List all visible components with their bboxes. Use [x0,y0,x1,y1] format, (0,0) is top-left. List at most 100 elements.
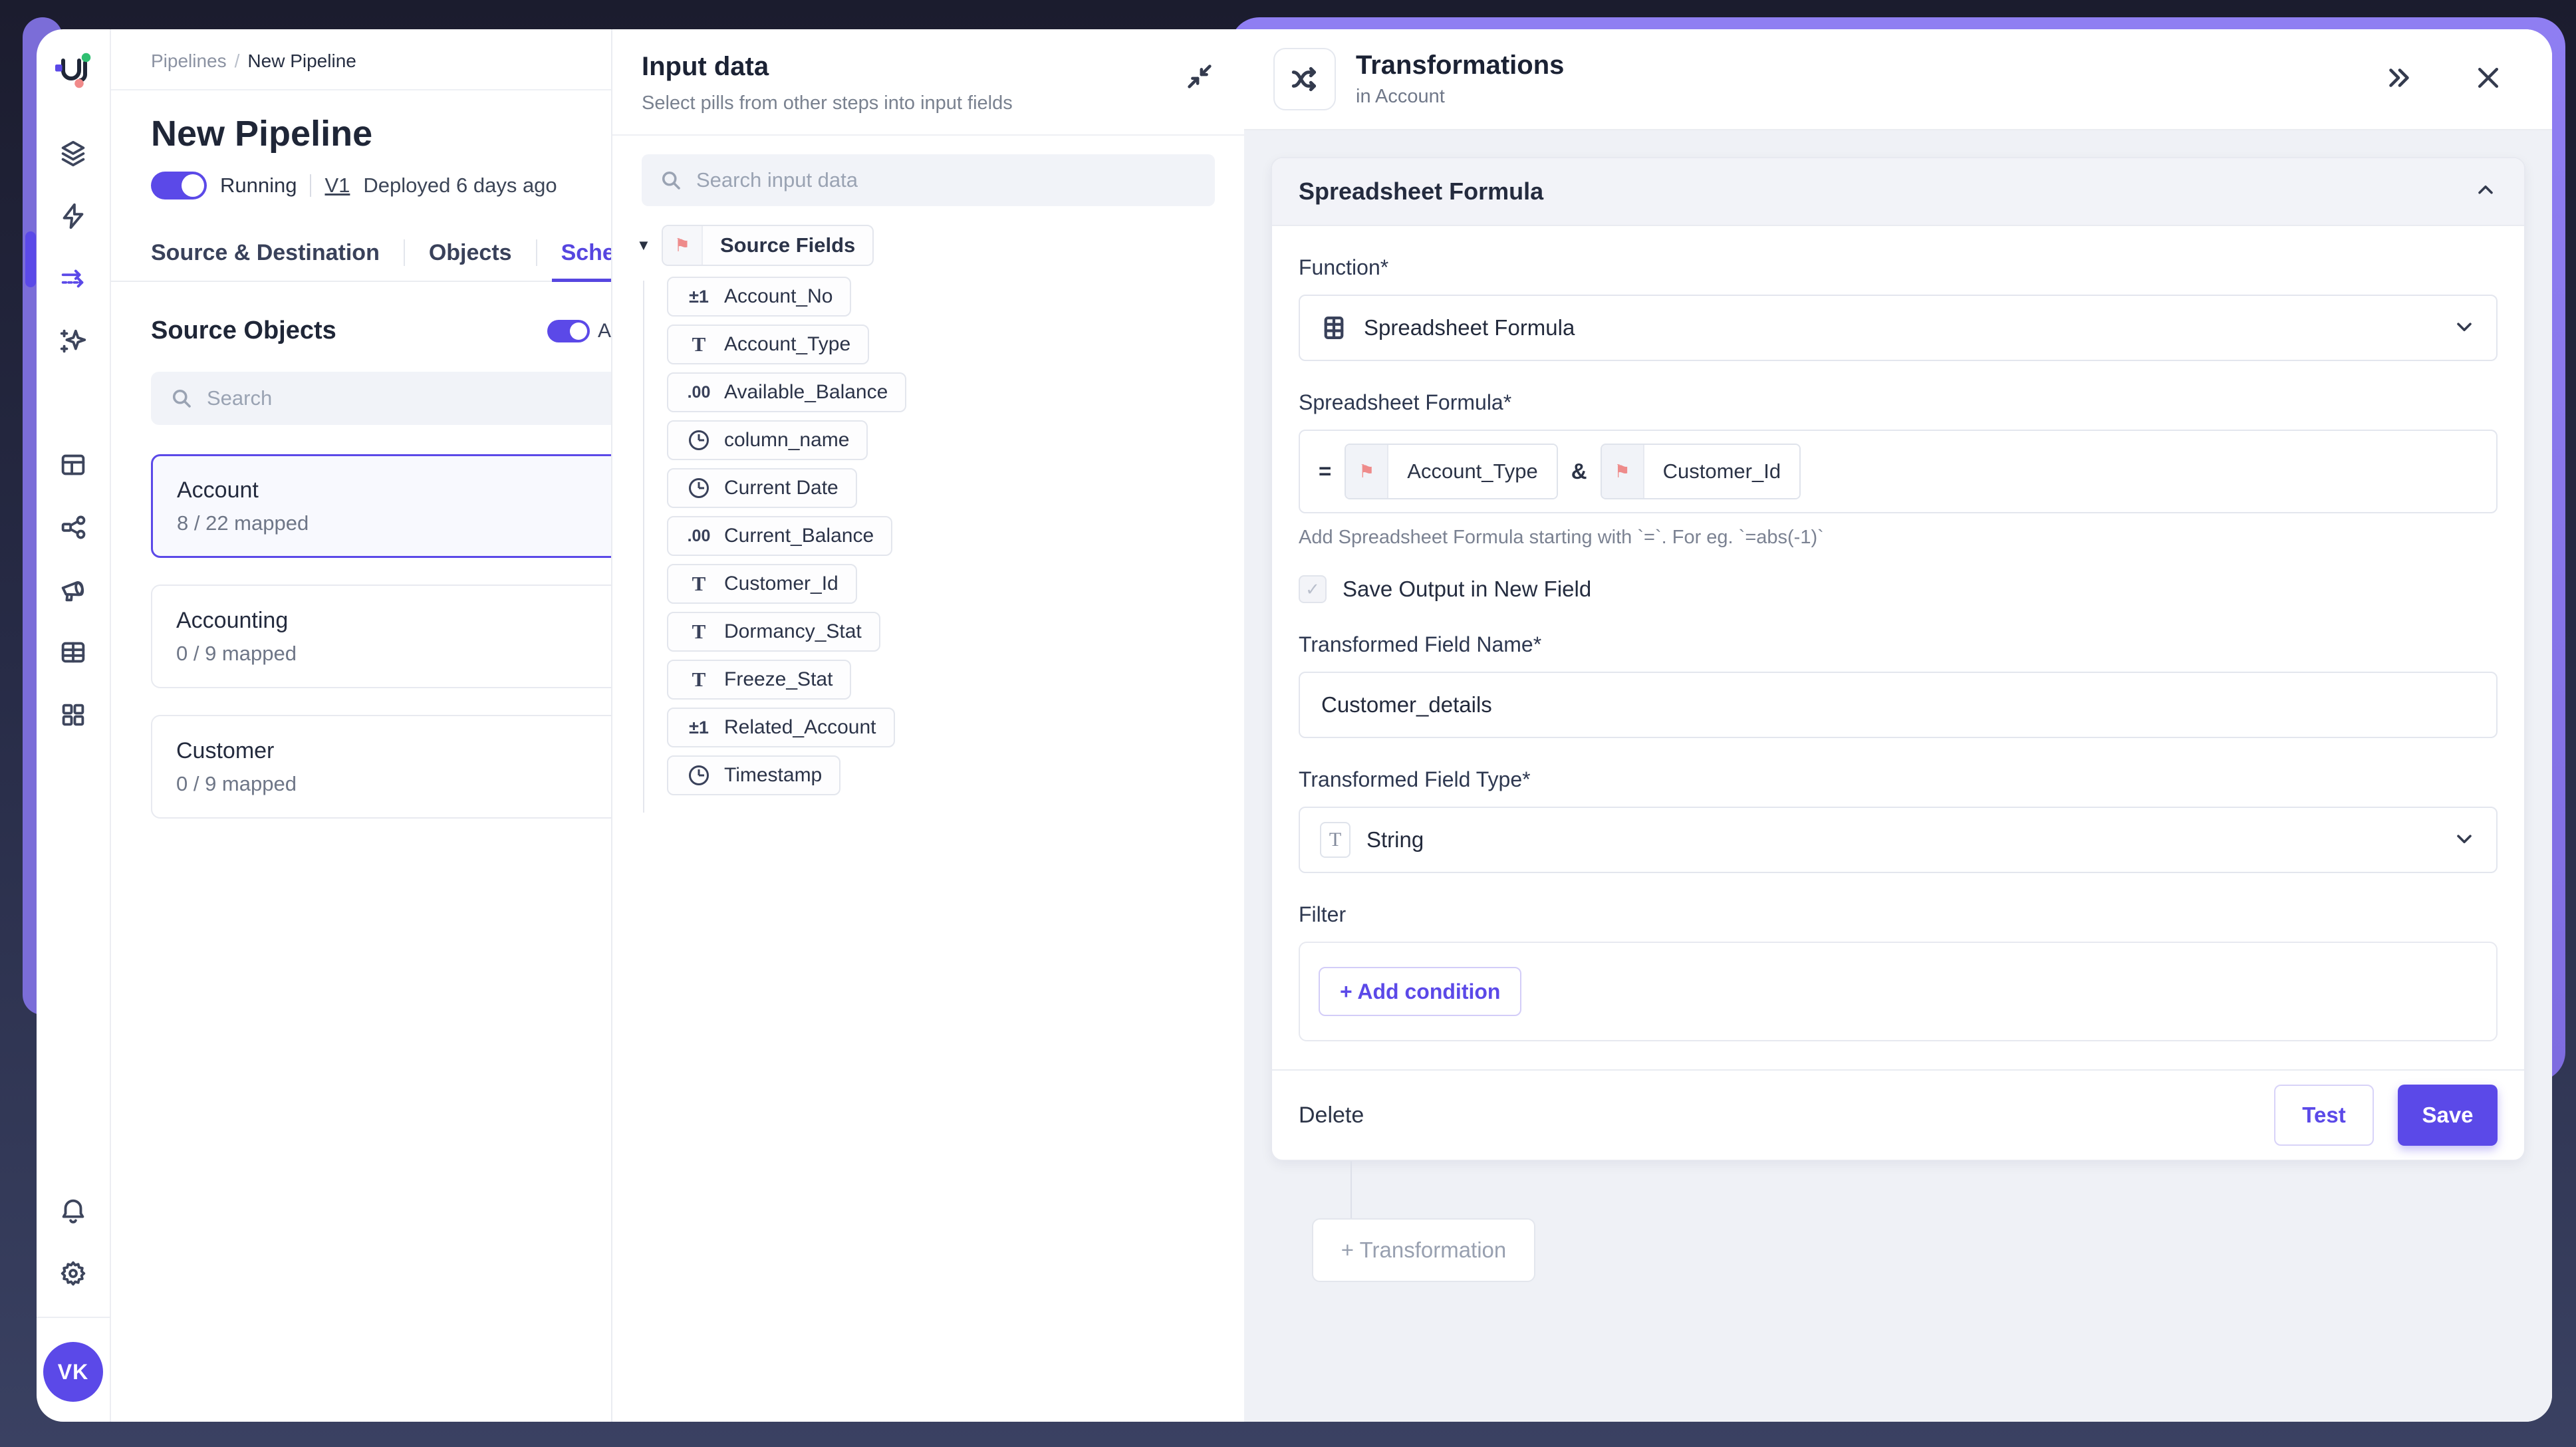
breadcrumb-current: New Pipeline [247,51,356,71]
drawer-title: Transformations [1356,51,1564,80]
formula-pill[interactable]: ⚑ Customer_Id [1601,444,1801,499]
formula-pill[interactable]: ⚑ Account_Type [1345,444,1557,499]
running-label: Running [220,174,297,197]
user-avatar[interactable]: VK [43,1342,103,1402]
table-icon[interactable] [58,637,88,668]
formula-pill-label: Customer_Id [1644,445,1799,498]
filter-label: Filter [1299,902,2498,927]
caret-down-icon[interactable]: ▼ [636,237,651,254]
collapse-panel-icon[interactable] [1184,61,1215,95]
bell-icon[interactable] [58,1196,88,1226]
number-icon: ±1 [686,287,712,307]
card-title: Spreadsheet Formula [1299,178,1543,205]
field-pill-column-name[interactable]: column_name [667,420,868,460]
input-data-search[interactable] [642,154,1215,206]
source-fields-label: Source Fields [703,233,872,257]
field-pill-related-account[interactable]: ±1Related_Account [667,708,895,747]
breadcrumb-pipelines[interactable]: Pipelines [151,51,227,71]
stack-icon[interactable] [58,138,88,169]
input-data-panel: Input data Select pills from other steps… [611,29,1244,1422]
tab-divider [536,239,537,266]
text-icon: T [686,620,712,644]
source-objects-toggle[interactable] [547,320,590,342]
add-condition-button[interactable]: + Add condition [1319,967,1521,1016]
pipeline-status-row: Running V1 Deployed 6 days ago [151,172,611,199]
share-icon[interactable] [58,512,88,543]
objects-search[interactable] [151,372,611,425]
transformation-card-header[interactable]: Spreadsheet Formula [1272,158,2524,226]
objects-search-input[interactable] [205,386,549,411]
field-pill-account-no[interactable]: ±1Account_No [667,277,851,317]
shuffle-icon [1273,48,1336,110]
app-window: VK Pipelines/New Pipeline New Pipeline R… [37,29,2552,1422]
object-name: Customer [176,738,611,764]
collapse-drawer-icon[interactable] [2383,63,2414,96]
tab-divider [404,239,405,266]
save-button[interactable]: Save [2398,1085,2498,1146]
megaphone-icon[interactable] [58,575,88,605]
field-pill-label: Timestamp [724,764,822,787]
tree-connector [643,281,644,813]
field-pill-available-balance[interactable]: .00Available_Balance [667,372,906,412]
test-button[interactable]: Test [2274,1085,2374,1146]
version-link[interactable]: V1 [324,174,350,197]
field-pill-dormancy-stat[interactable]: TDormancy_Stat [667,612,880,652]
status-divider [310,174,311,197]
chevron-down-icon [2452,315,2476,342]
apps-icon[interactable] [58,700,88,730]
object-mapped-count: 8 / 22 mapped [177,511,611,535]
formula-input[interactable]: = ⚑ Account_Type & ⚑ Customer_Id [1299,430,2498,513]
field-name-label: Transformed Field Name* [1299,632,2498,657]
datetime-icon [686,765,712,785]
object-mapped-count: 0 / 9 mapped [176,772,611,796]
input-data-title: Input data [642,52,1215,82]
decimal-icon: .00 [686,527,712,546]
field-pill-label: Customer_Id [724,573,838,595]
search-icon [659,168,683,192]
text-type-icon: T [1320,822,1351,858]
datetime-icon [686,478,712,498]
object-card-account[interactable]: Account 8 / 22 mapped [151,454,611,558]
tab-schema[interactable]: Schema [561,225,611,281]
field-pill-timestamp[interactable]: Timestamp [667,755,840,795]
source-objects-title: Source Objects [151,317,336,345]
save-output-checkbox[interactable]: ✓ [1299,575,1327,603]
transformations-drawer: Transformations in Account Spreadsheet F… [1244,29,2552,1422]
sidebar-divider [37,1317,110,1318]
chevron-up-icon[interactable] [2474,178,2498,205]
field-type-label: Transformed Field Type* [1299,767,2498,792]
pipeline-arrows-icon[interactable] [58,263,88,294]
formula-label: Spreadsheet Formula* [1299,390,2498,415]
function-value: Spreadsheet Formula [1364,315,1575,340]
field-pill-account-type[interactable]: T Account_Type [667,325,869,364]
gear-icon[interactable] [58,1258,88,1289]
field-type-select[interactable]: T String [1299,807,2498,873]
object-mapped-count: 0 / 9 mapped [176,642,611,666]
source-fields-group[interactable]: ▼ ⚑ Source Fields [636,225,1244,266]
field-name-input[interactable] [1320,692,2363,718]
close-icon[interactable] [2474,63,2503,96]
object-card-accounting[interactable]: Accounting0 / 9 mapped [151,585,611,688]
tab-objects[interactable]: Objects [429,225,512,281]
tab-source-destination[interactable]: Source & Destination [151,225,380,281]
bolt-icon[interactable] [58,201,88,231]
field-pill-customer-id[interactable]: TCustomer_Id [667,564,857,604]
function-select[interactable]: Spreadsheet Formula [1299,295,2498,361]
object-card-customer[interactable]: Customer 0 / 9 mapped [151,715,611,819]
field-pill-label: Account_Type [724,333,850,356]
add-transformation-button[interactable]: + Transformation [1312,1218,1535,1282]
field-name-input-wrap [1299,672,2498,738]
delete-button[interactable]: Delete [1299,1103,1364,1128]
field-pill-label: Available_Balance [724,381,888,404]
running-toggle[interactable] [151,172,207,199]
field-pill-list: ±1Account_NoTAccount_Type.00Available_Ba… [667,277,1244,803]
object-name: Account [177,477,611,503]
field-pill-freeze-stat[interactable]: TFreeze_Stat [667,660,851,700]
text-icon: T [686,332,712,356]
field-pill-current-balance[interactable]: .00Current_Balance [667,516,892,556]
field-pill-label: Freeze_Stat [724,668,833,691]
sparkles-icon[interactable] [58,326,88,356]
field-pill-current-date[interactable]: Current Date [667,468,857,508]
input-data-search-input[interactable] [695,168,1087,193]
layout-icon[interactable] [58,450,88,480]
